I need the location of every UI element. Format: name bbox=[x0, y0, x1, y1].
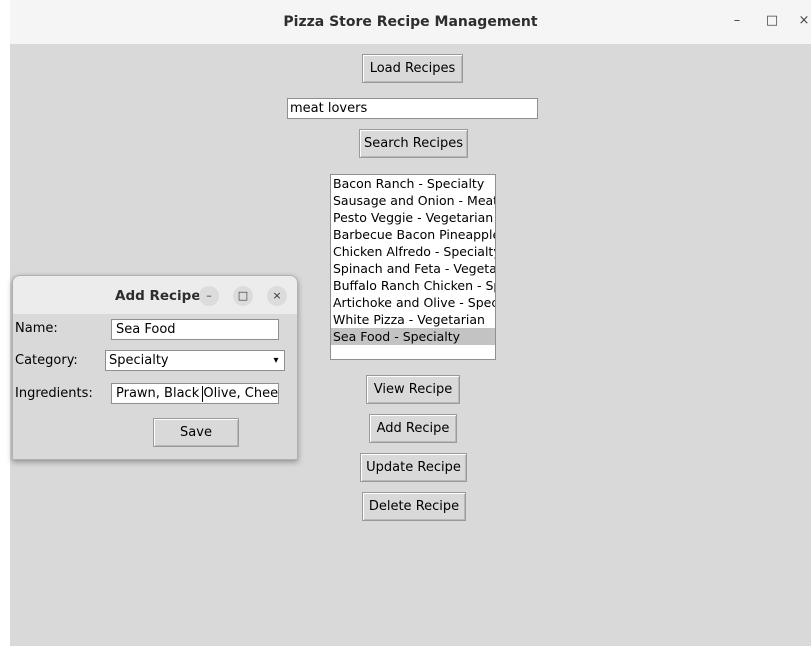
category-label: Category: bbox=[15, 353, 78, 368]
minimize-icon[interactable]: – bbox=[728, 12, 746, 30]
add-recipe-dialog: Add Recipe – □ × Name: Sea Food Category… bbox=[12, 275, 298, 460]
name-label: Name: bbox=[15, 321, 58, 336]
list-item[interactable]: Artichoke and Olive - Specialty bbox=[331, 294, 495, 311]
ingredients-value: Prawn, Black Olive, Chee bbox=[116, 386, 279, 401]
save-button[interactable]: Save bbox=[153, 418, 239, 447]
ingredients-field[interactable]: Prawn, Black Olive, Chee bbox=[111, 383, 279, 404]
close-icon[interactable]: × bbox=[795, 12, 811, 30]
list-item[interactable]: Barbecue Bacon Pineapple bbox=[331, 226, 495, 243]
list-item[interactable]: White Pizza - Vegetarian bbox=[331, 311, 495, 328]
list-item[interactable]: Sausage and Onion - Meat bbox=[331, 192, 495, 209]
window-title: Pizza Store Recipe Management bbox=[283, 14, 538, 30]
dialog-title: Add Recipe bbox=[115, 288, 201, 304]
title-bar: Pizza Store Recipe Management – □ × bbox=[10, 0, 811, 44]
dialog-maximize-icon[interactable]: □ bbox=[233, 286, 253, 306]
maximize-icon[interactable]: □ bbox=[763, 12, 781, 30]
update-recipe-button[interactable]: Update Recipe bbox=[360, 453, 467, 482]
list-item-selected[interactable]: Sea Food - Specialty bbox=[331, 328, 495, 345]
category-value: Specialty bbox=[109, 353, 169, 368]
recipe-listbox[interactable]: Bacon Ranch - Specialty Sausage and Onio… bbox=[330, 174, 496, 360]
search-input[interactable]: meat lovers bbox=[287, 98, 538, 119]
ingredients-label: Ingredients: bbox=[15, 386, 93, 401]
list-item[interactable]: Bacon Ranch - Specialty bbox=[331, 175, 495, 192]
dialog-minimize-icon[interactable]: – bbox=[199, 286, 219, 306]
dialog-close-icon[interactable]: × bbox=[267, 286, 287, 306]
list-item[interactable]: Spinach and Feta - Vegetarian bbox=[331, 260, 495, 277]
text-cursor bbox=[202, 386, 203, 402]
list-item[interactable]: Chicken Alfredo - Specialty bbox=[331, 243, 495, 260]
list-item[interactable]: Pesto Veggie - Vegetarian bbox=[331, 209, 495, 226]
view-recipe-button[interactable]: View Recipe bbox=[366, 375, 460, 404]
chevron-down-icon[interactable]: ▾ bbox=[270, 355, 282, 367]
search-recipes-button[interactable]: Search Recipes bbox=[359, 129, 468, 158]
category-select[interactable]: Specialty ▾ bbox=[105, 350, 285, 371]
name-field[interactable]: Sea Food bbox=[111, 319, 279, 340]
load-recipes-button[interactable]: Load Recipes bbox=[362, 54, 463, 83]
add-recipe-button[interactable]: Add Recipe bbox=[369, 414, 457, 443]
list-item[interactable]: Buffalo Ranch Chicken - Specialty bbox=[331, 277, 495, 294]
delete-recipe-button[interactable]: Delete Recipe bbox=[362, 492, 466, 521]
dialog-title-bar: Add Recipe – □ × bbox=[13, 276, 297, 314]
